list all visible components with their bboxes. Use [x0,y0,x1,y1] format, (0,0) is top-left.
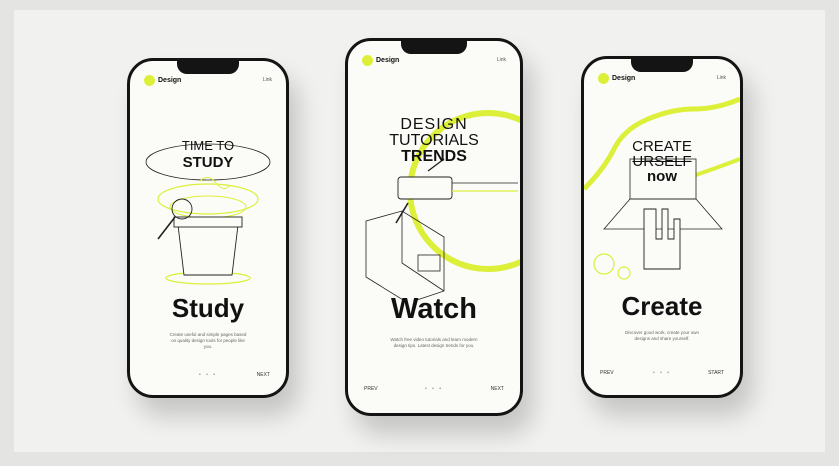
mockup-stage: Design Link TIME TO STUDY Study Create u… [14,10,825,452]
screen-title: Create [621,291,703,321]
headline-line-3: TRENDS [401,148,467,165]
headline-line-2: URSELF [632,153,692,170]
headline-line-2: STUDY [182,154,234,171]
headline-line-1: TIME TO [181,138,235,153]
start-button[interactable]: START [708,369,724,377]
screen-footer: PREV • • • START [600,369,724,377]
screen-description: Discover good work, create your own desi… [624,330,700,341]
headline-line-2: TUTORIALS [389,132,479,149]
screen-title: Watch [391,293,477,325]
page-indicator: • • • [424,386,444,392]
prev-button[interactable]: PREV [364,385,378,393]
prev-button[interactable]: PREV [600,369,614,377]
screen-title: Study [171,293,245,323]
page-indicator: • • • [652,370,672,376]
next-button[interactable]: NEXT [491,385,504,393]
phone-watch: Design Link DESIGN TUTORIALS TRENDS Watc… [345,38,523,416]
study-illustration [145,143,271,285]
screen-description: Watch free video tutorials and learn mod… [390,337,478,348]
headline-line-3: now [647,168,677,185]
screen-footer: PREV • • • NEXT [364,385,504,393]
headline-line-1: CREATE [632,138,692,155]
phone-study: Design Link TIME TO STUDY Study Create u… [127,58,289,398]
next-button[interactable]: NEXT [257,371,270,379]
headline-line-1: DESIGN [400,116,468,133]
screen-description: Create useful and simple pages based on … [169,332,247,349]
screen-footer: • • • NEXT [146,371,270,379]
watch-illustration [365,110,520,301]
page-indicator: • • • [198,372,218,378]
phone-create: Design Link CREATE URSELF now Create Dis… [581,56,743,398]
